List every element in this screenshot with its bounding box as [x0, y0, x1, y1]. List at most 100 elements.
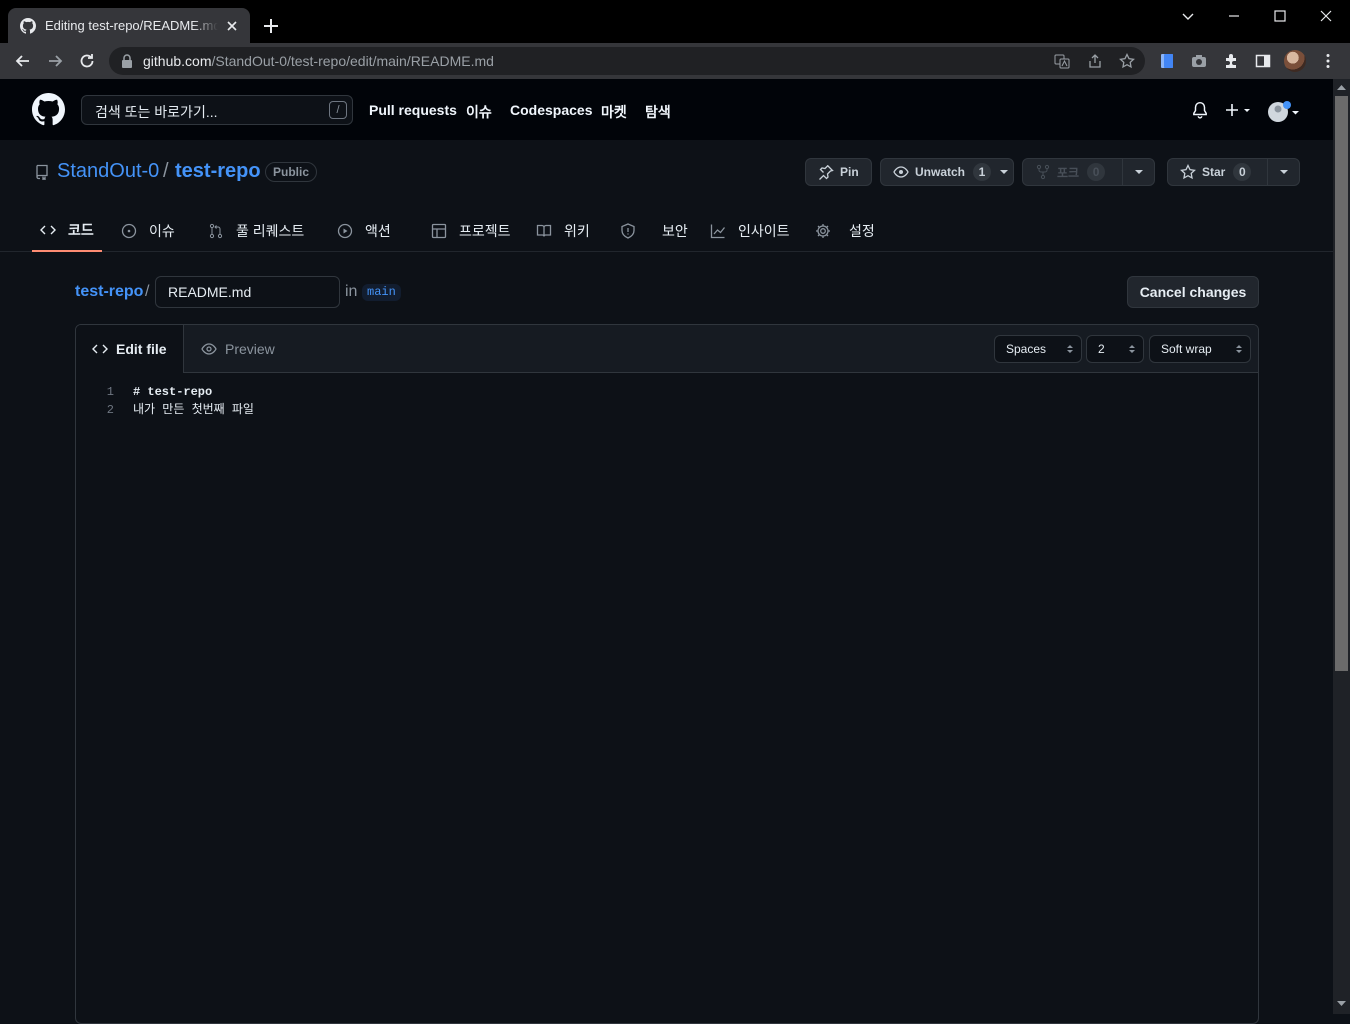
back-icon[interactable] [13, 51, 33, 71]
share-icon[interactable] [1087, 53, 1103, 69]
nav-codespaces[interactable]: Codespaces [510, 102, 592, 118]
tab-projects[interactable]: 프로젝트 [423, 210, 519, 252]
chevron-down-icon [1134, 170, 1143, 174]
scroll-down-arrow-icon[interactable] [1337, 1001, 1346, 1007]
repo-name-link[interactable]: test-repo [175, 160, 261, 183]
new-tab-icon[interactable] [262, 17, 280, 35]
code-icon [92, 344, 108, 354]
tab-security-label: 보안 [662, 223, 688, 239]
nav-pull-requests[interactable]: Pull requests [369, 102, 457, 118]
scrollbar-thumb[interactable] [1335, 96, 1348, 671]
tab-wiki[interactable]: 위키 [528, 210, 598, 252]
select-caret-icon [1236, 345, 1242, 353]
tab-preview-label: Preview [225, 341, 275, 357]
eye-icon [201, 343, 217, 355]
create-new-plus-icon[interactable] [1224, 101, 1254, 119]
browser-menu-icon[interactable] [1319, 52, 1337, 70]
line-text[interactable]: # test-repo [133, 383, 212, 401]
nav-marketplace[interactable]: 마켓 [601, 102, 627, 122]
file-editor: Edit file Preview Spaces 2 Soft wrap 1 #… [75, 324, 1259, 1024]
forward-icon[interactable] [45, 51, 65, 71]
pin-icon [819, 165, 834, 180]
branch-name: main [362, 284, 401, 301]
github-header: 검색 또는 바로가기... / Pull requests 이슈 Codespa… [0, 79, 1333, 140]
address-url: github.com/StandOut-0/test-repo/edit/mai… [143, 53, 494, 69]
extensions-puzzle-icon[interactable] [1222, 52, 1240, 70]
indent-size-value: 2 [1098, 342, 1105, 356]
breadcrumb-separator: / [145, 283, 150, 300]
star-label: Star [1202, 165, 1226, 179]
indent-size-select[interactable]: 2 [1086, 335, 1144, 363]
github-logo-icon[interactable] [32, 93, 65, 126]
browser-tab-title: Editing test-repo/README.md at main · St… [45, 18, 218, 33]
tab-pull-requests[interactable]: 풀 리퀘스트 [200, 210, 312, 252]
tab-security[interactable]: 보안 [612, 210, 696, 252]
star-dropdown[interactable] [1267, 159, 1299, 185]
side-panel-icon[interactable] [1254, 52, 1272, 70]
nav-issues[interactable]: 이슈 [466, 102, 492, 122]
filename-input[interactable]: README.md [155, 276, 340, 308]
star-count: 0 [1233, 163, 1252, 181]
tab-settings[interactable]: 설정 [807, 210, 883, 252]
notification-bell-icon[interactable] [1191, 101, 1209, 119]
tab-preview[interactable]: Preview [185, 325, 291, 373]
camera-extension-icon[interactable] [1190, 52, 1208, 70]
lock-icon[interactable] [121, 54, 133, 68]
close-tab-icon[interactable] [224, 18, 240, 34]
reload-icon[interactable] [77, 51, 97, 71]
table-icon [431, 223, 447, 239]
tab-insights[interactable]: 인사이트 [702, 210, 798, 252]
tab-code-label: 코드 [68, 222, 94, 238]
pull-request-icon [209, 223, 223, 239]
chevron-down-icon [1279, 170, 1288, 174]
page-scrollbar[interactable] [1333, 79, 1350, 1014]
shield-icon [621, 223, 635, 239]
breadcrumb-repo-link[interactable]: test-repo [75, 283, 143, 301]
bookmark-star-icon[interactable] [1119, 53, 1135, 69]
profile-avatar[interactable] [1284, 50, 1306, 72]
tab-pull-requests-label: 풀 리퀘스트 [236, 223, 305, 239]
wrap-mode-select[interactable]: Soft wrap [1149, 335, 1251, 363]
browser-toolbar: github.com/StandOut-0/test-repo/edit/mai… [0, 43, 1350, 79]
nav-explore[interactable]: 탐색 [645, 102, 671, 122]
tab-issues-label: 이슈 [149, 223, 175, 239]
tab-edit-file[interactable]: Edit file [76, 325, 184, 373]
maximize-icon[interactable] [1270, 6, 1290, 26]
search-input[interactable]: 검색 또는 바로가기... / [81, 95, 353, 125]
tab-actions[interactable]: 액션 [329, 210, 399, 252]
fork-button[interactable]: 포크 0 [1022, 158, 1155, 186]
close-window-icon[interactable] [1316, 6, 1336, 26]
address-bar[interactable]: github.com/StandOut-0/test-repo/edit/mai… [109, 47, 1145, 75]
eye-icon [893, 166, 909, 178]
search-placeholder: 검색 또는 바로가기... [95, 104, 218, 120]
tab-search-icon[interactable] [1178, 6, 1198, 26]
browser-tab[interactable]: Editing test-repo/README.md at main · St… [8, 8, 250, 43]
editor-header: Edit file Preview Spaces 2 Soft wrap [76, 325, 1258, 373]
fork-dropdown[interactable] [1122, 159, 1154, 185]
fork-icon [1036, 164, 1050, 180]
tab-issues[interactable]: 이슈 [113, 210, 183, 252]
tab-code[interactable]: 코드 [32, 210, 102, 252]
chevron-down-icon [1000, 170, 1009, 174]
repo-separator: / [163, 160, 169, 182]
tab-insights-label: 인사이트 [738, 223, 790, 239]
wrap-mode-value: Soft wrap [1161, 342, 1212, 356]
translate-icon[interactable] [1054, 53, 1070, 69]
fork-label: 포크 [1057, 165, 1080, 180]
pin-label: Pin [840, 165, 859, 179]
select-caret-icon [1067, 345, 1073, 353]
cancel-changes-button[interactable]: Cancel changes [1127, 276, 1259, 308]
line-text[interactable]: 내가 만든 첫번째 파일 [133, 401, 254, 419]
docs-extension-icon[interactable] [1158, 52, 1176, 70]
user-avatar-menu-icon[interactable] [1267, 101, 1301, 123]
unwatch-label: Unwatch [915, 165, 966, 179]
repo-owner-link[interactable]: StandOut-0 [57, 160, 159, 183]
branch-in-label: in [345, 283, 358, 300]
minimize-icon[interactable] [1224, 6, 1244, 26]
unwatch-button[interactable]: Unwatch 1 [880, 158, 1014, 186]
pin-button[interactable]: Pin [805, 158, 872, 186]
scroll-up-arrow-icon[interactable] [1337, 84, 1346, 90]
indent-mode-select[interactable]: Spaces [994, 335, 1082, 363]
star-button[interactable]: Star 0 [1167, 158, 1300, 186]
github-favicon-icon [20, 17, 36, 34]
